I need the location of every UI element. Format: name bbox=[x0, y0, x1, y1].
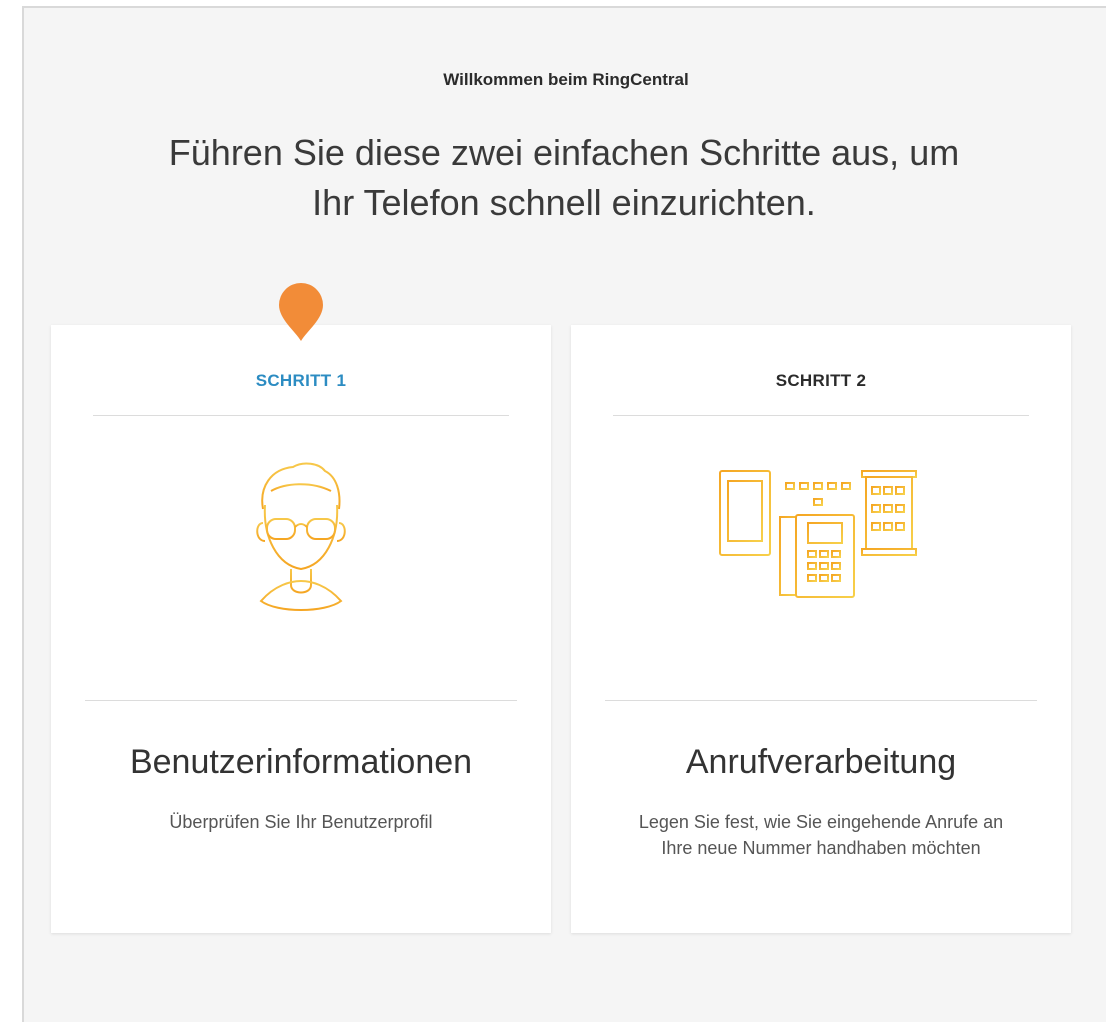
step-label-2: SCHRITT 2 bbox=[775, 371, 867, 390]
page-subtitle: Führen Sie diese zwei einfachen Schritte… bbox=[124, 128, 1004, 228]
divider bbox=[605, 700, 1037, 701]
divider bbox=[613, 415, 1029, 416]
devices-icon bbox=[719, 470, 917, 598]
step-title-1: Benutzerinformationen bbox=[129, 743, 473, 781]
step-card-2[interactable]: SCHRITT 2 Anrufverarbeitung Legen Sie fe… bbox=[571, 325, 1071, 933]
current-step-marker-icon bbox=[279, 283, 323, 341]
step-title-2: Anrufverarbeitung bbox=[685, 743, 957, 781]
step-description-1: Überprüfen Sie Ihr Benutzerprofil bbox=[169, 812, 433, 832]
divider bbox=[93, 415, 509, 416]
step-label-1: SCHRITT 1 bbox=[255, 371, 347, 390]
step-card-1[interactable]: SCHRITT 1 Benutzerinformationen Überprüf… bbox=[51, 283, 551, 933]
setup-wizard-panel: Willkommen beim RingCentral Führen Sie d… bbox=[22, 6, 1106, 1022]
divider bbox=[85, 700, 517, 701]
welcome-heading: Willkommen beim RingCentral bbox=[443, 70, 689, 89]
subtitle-line-2: Ihr Telefon schnell einzurichten. bbox=[312, 182, 816, 223]
step-description-2: Legen Sie fest, wie Sie eingehende Anruf… bbox=[638, 812, 1004, 858]
subtitle-line-1: Führen Sie diese zwei einfachen Schritte… bbox=[168, 132, 960, 173]
user-profile-icon bbox=[256, 462, 346, 611]
